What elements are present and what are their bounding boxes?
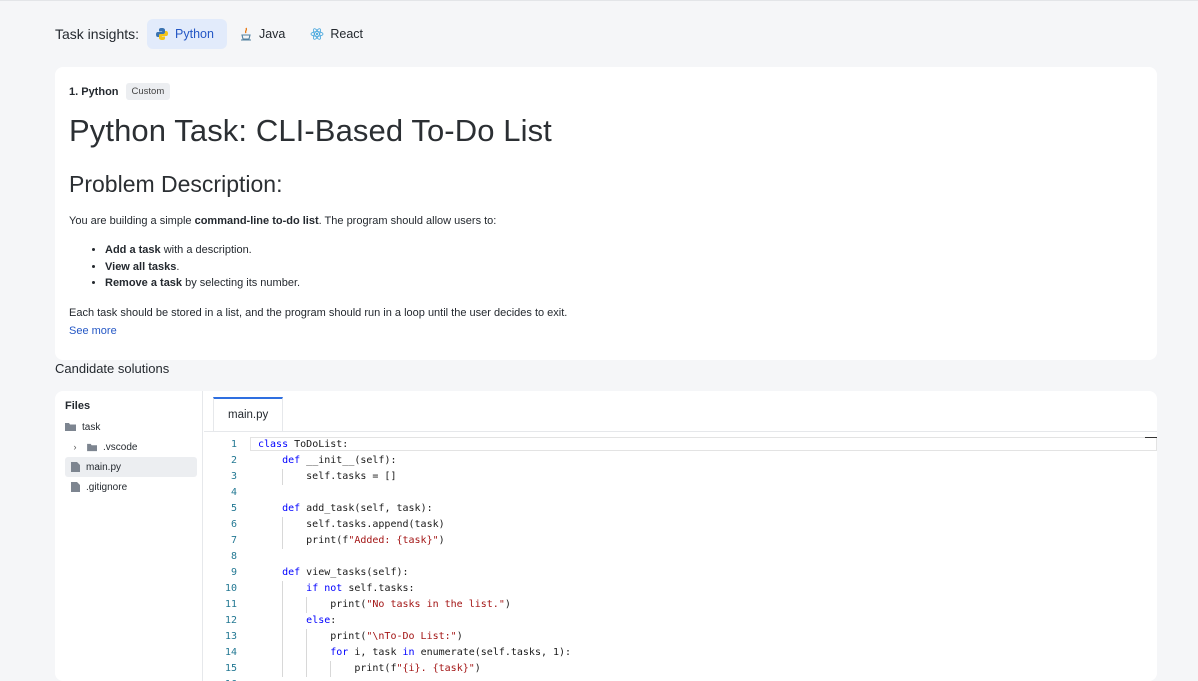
requirement-text: .: [176, 260, 180, 273]
code-text: for i, task in enumerate(self.tasks, 1):: [330, 647, 572, 658]
list-item: Remove a task by selecting its number.: [105, 275, 1143, 292]
code-text: print("\nTo-Do List:"): [258, 631, 463, 642]
task-insights-label: Task insights:: [55, 26, 140, 42]
file-icon: [71, 482, 80, 492]
tree-label: task: [82, 421, 101, 433]
line-number: 5: [230, 503, 237, 514]
code-line: 14 for i, task in enumerate(self.tasks, …: [204, 645, 1157, 661]
tree-item-main-py[interactable]: main.py: [65, 457, 197, 477]
line-number: 6: [230, 519, 237, 530]
line-number: 9: [230, 567, 237, 578]
code-text: print("No tasks in the list."): [258, 599, 511, 610]
intro-text-bold: command-line to-do list: [194, 215, 319, 227]
file-icon: [71, 462, 80, 472]
code-line: 12 else:: [204, 613, 1157, 629]
line-number: 10: [224, 583, 237, 594]
line-number: 16: [204, 677, 237, 681]
task-insights-bar: Task insights: Python Java React: [0, 0, 1198, 67]
python-icon: [156, 28, 169, 40]
line-number: 8: [230, 551, 237, 562]
line-number: 12: [224, 615, 237, 626]
code-line: 13 print("\nTo-Do List:"): [204, 629, 1157, 645]
requirement-bold: Remove a task: [105, 277, 183, 289]
code-line: 2 def __init__(self):: [204, 453, 1157, 469]
line-number: 4: [230, 487, 237, 498]
requirement-text: with a description.: [160, 244, 252, 256]
tab-java[interactable]: Java: [231, 19, 298, 49]
code-line: 4: [204, 485, 1157, 501]
code-text: def view_tasks(self):: [282, 567, 409, 578]
tree-item-vscode[interactable]: › .vscode: [65, 437, 202, 457]
java-icon: [240, 27, 251, 41]
code-area[interactable]: 1 class ToDoList: 2 def __init__(self): 3 s…: [204, 437, 1157, 681]
line-number: 3: [230, 471, 237, 482]
code-text: if not self.tasks:: [306, 583, 415, 594]
line-number: 2: [230, 455, 237, 466]
code-text: class ToDoList:: [258, 439, 349, 450]
code-line: 7 print(f"Added: {task}"): [204, 533, 1157, 549]
react-icon: [310, 28, 324, 40]
tree-label: .vscode: [103, 441, 138, 453]
tab-react[interactable]: React: [302, 19, 376, 49]
tree-label: main.py: [86, 461, 122, 473]
line-number: 7: [230, 535, 237, 546]
candidate-solutions-label: Candidate solutions: [55, 361, 170, 376]
intro-text-end: . The program should allow users to:: [318, 215, 497, 227]
intro-text-start: You are building a simple: [69, 215, 195, 227]
code-line: 3 self.tasks = []: [204, 469, 1157, 485]
code-text: print(f"Added: {task}"): [258, 535, 445, 546]
requirement-text: by selecting its number.: [182, 277, 301, 289]
line-number: 15: [224, 663, 237, 674]
code-text: self.tasks.append(task): [258, 519, 445, 530]
code-line: 1 class ToDoList:: [204, 437, 1157, 453]
line-number: 1: [230, 439, 237, 450]
tab-react-label: React: [330, 27, 364, 41]
requirement-bold: View all tasks: [105, 260, 177, 273]
line-number: 14: [224, 647, 237, 658]
intro-paragraph: You are building a simple command-line t…: [69, 213, 1143, 229]
task-note: Each task should be stored in a list, an…: [69, 306, 568, 319]
tree-item-gitignore[interactable]: .gitignore: [65, 477, 202, 497]
code-text: def __init__(self):: [282, 455, 397, 466]
custom-badge: Custom: [125, 83, 171, 100]
chevron-right-icon[interactable]: ›: [69, 442, 81, 452]
list-item: Add a task with a description.: [105, 242, 1143, 259]
code-line: 6 self.tasks.append(task): [204, 517, 1157, 533]
line-number: 11: [224, 599, 237, 610]
code-text: def add_task(self, task):: [282, 503, 433, 514]
tab-java-label: Java: [258, 27, 286, 41]
problem-description-heading: Problem Description:: [69, 171, 283, 197]
line-number: 13: [224, 631, 237, 642]
code-line: 5 def add_task(self, task):: [204, 501, 1157, 517]
folder-open-icon: [65, 423, 76, 431]
file-explorer: Files task › .vscode main.py .gitignore: [55, 391, 203, 681]
requirement-bold: Add a task: [105, 244, 161, 256]
code-text: else:: [306, 615, 337, 626]
tab-python[interactable]: Python: [147, 19, 227, 49]
tab-python-label: Python: [175, 27, 214, 41]
files-title: Files: [65, 400, 91, 412]
code-text: print(f"{i}. {task}"): [258, 663, 481, 674]
tree-item-task[interactable]: task: [65, 417, 202, 437]
list-item: View all tasks.: [105, 259, 1143, 276]
code-text: self.tasks = []: [258, 471, 397, 482]
see-more-link[interactable]: See more: [69, 325, 117, 337]
code-line: 10 if not self.tasks:: [204, 581, 1157, 597]
solutions-panel: Files task › .vscode main.py .gitignore …: [55, 391, 1157, 681]
code-editor: main.py 1 class ToDoList: 2 def __init__(s…: [204, 391, 1157, 681]
editor-tabbar: main.py: [204, 391, 1157, 432]
code-line: 11 print("No tasks in the list."): [204, 597, 1157, 613]
folder-icon: [87, 443, 97, 451]
task-card: 1. Python Custom Python Task: CLI-Based …: [55, 67, 1157, 360]
tree-label: .gitignore: [86, 481, 128, 493]
code-line: 15 print(f"{i}. {task}"): [204, 661, 1157, 677]
code-line: 16: [204, 677, 1157, 681]
breadcrumb: 1. Python Custom: [69, 83, 1143, 100]
code-line: 9 def view_tasks(self):: [204, 565, 1157, 581]
code-line: 8: [204, 549, 1157, 565]
tab-main-py[interactable]: main.py: [213, 397, 284, 431]
requirements-list: Add a task with a description. View all …: [69, 242, 1143, 292]
breadcrumb-label: 1. Python: [69, 85, 119, 98]
page-title: Python Task: CLI-Based To-Do List: [69, 113, 552, 148]
